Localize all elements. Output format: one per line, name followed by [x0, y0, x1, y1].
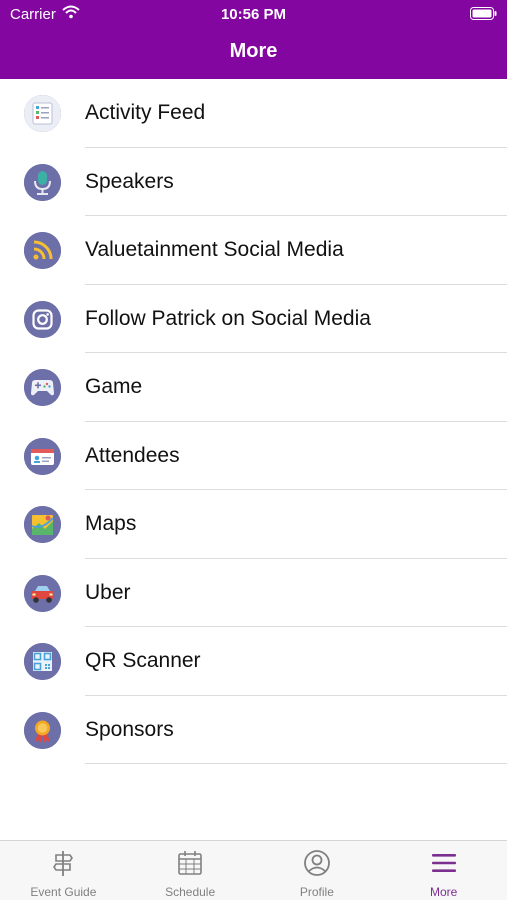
- rss-icon: [24, 232, 61, 269]
- menu-item-attendees[interactable]: Attendees: [0, 422, 507, 490]
- qr-code-icon: [24, 643, 61, 680]
- menu-item-maps[interactable]: Maps: [0, 490, 507, 559]
- menu-item-game[interactable]: Game: [0, 353, 507, 422]
- id-badge-icon: [24, 437, 61, 475]
- menu-item-speakers[interactable]: Speakers: [0, 148, 507, 216]
- microphone-icon: [24, 163, 61, 201]
- tab-profile[interactable]: Profile: [254, 841, 381, 900]
- status-bar: Carrier 10:56 PM: [0, 0, 507, 28]
- tab-event-guide[interactable]: Event Guide: [0, 841, 127, 900]
- user-circle-icon: [303, 849, 331, 877]
- battery-icon: [470, 7, 497, 20]
- tab-label: Profile: [299, 885, 334, 899]
- tab-bar: Event Guide Schedule Profile More: [0, 840, 507, 900]
- menu-item-label: Activity Feed: [85, 101, 206, 124]
- menu-item-uber[interactable]: Uber: [0, 559, 507, 627]
- menu-item-label: Game: [85, 375, 143, 398]
- menu-item-label: QR Scanner: [85, 649, 201, 672]
- menu-item-valuetainment-social-media[interactable]: Valuetainment Social Media: [0, 216, 507, 285]
- menu-item-label: Speakers: [85, 169, 174, 193]
- tab-label: More: [429, 885, 458, 899]
- menu-item-label: Maps: [85, 512, 137, 535]
- menu-item-activity-feed[interactable]: Activity Feed: [0, 79, 507, 148]
- status-time: 10:56 PM: [220, 6, 287, 23]
- menu-item-qr-scanner[interactable]: QR Scanner: [0, 627, 507, 696]
- instagram-icon: [24, 300, 61, 338]
- menu-item-label: Attendees: [85, 443, 180, 467]
- menu-item-label: Follow Patrick on Social Media: [85, 306, 371, 330]
- menu-item-sponsors[interactable]: Sponsors: [0, 696, 507, 764]
- tab-label: Schedule: [165, 885, 216, 899]
- gamepad-icon: [24, 369, 61, 406]
- tab-more[interactable]: More: [380, 841, 507, 900]
- medal-icon: [24, 711, 61, 749]
- page-title: More: [229, 40, 278, 62]
- menu-item-follow-patrick[interactable]: Follow Patrick on Social Media: [0, 285, 507, 353]
- calendar-icon: [176, 849, 204, 877]
- activity-feed-icon: [24, 95, 61, 132]
- signpost-icon: [49, 849, 77, 877]
- more-menu-list: Activity Feed Speakers Valuetainment Soc…: [0, 79, 507, 764]
- tab-label: Event Guide: [30, 885, 97, 899]
- menu-item-label: Uber: [85, 580, 131, 604]
- car-icon: [24, 574, 61, 612]
- menu-item-label: Sponsors: [85, 717, 174, 741]
- divider: [85, 763, 507, 764]
- menu-item-label: Valuetainment Social Media: [85, 238, 344, 261]
- tab-schedule[interactable]: Schedule: [127, 841, 254, 900]
- map-icon: [24, 506, 61, 543]
- header-bar: Carrier 10:56 PM More: [0, 0, 507, 79]
- menu-icon: [430, 849, 458, 877]
